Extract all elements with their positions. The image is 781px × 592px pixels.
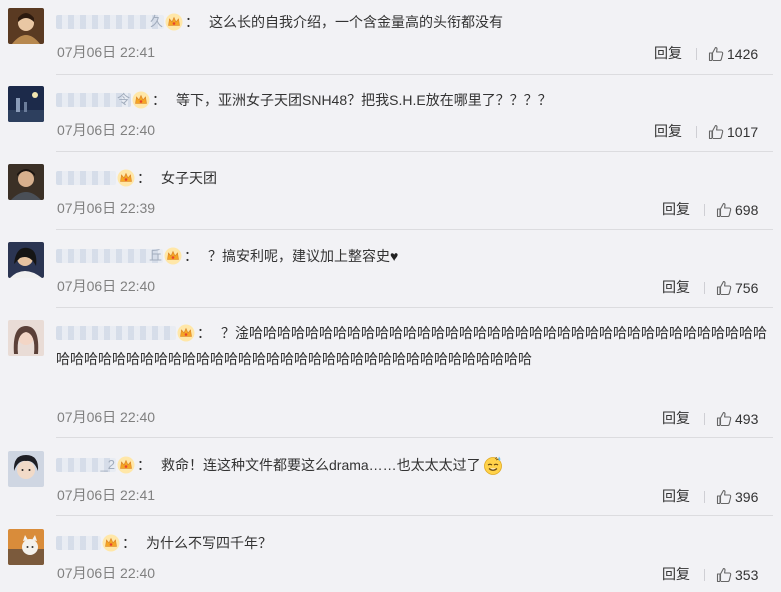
comment-timestamp: 07月06日 22:41: [57, 44, 156, 60]
thumbs-up-icon: [716, 280, 732, 296]
username-blurred[interactable]: _2: [56, 458, 116, 472]
comment-text: ？搞安利呢，建议加上整容史: [208, 248, 390, 264]
comment-timestamp: 07月06日 22:41: [57, 487, 156, 503]
thumbs-up-icon: [716, 567, 732, 583]
crown-badge-icon: [177, 324, 195, 342]
comment-item: ：女子天团 07月06日 22:39 回复 698: [0, 152, 781, 230]
comment-text: 救命！连这种文件都要这么drama……也太太太过了: [161, 457, 481, 473]
like-button[interactable]: 493: [716, 410, 758, 428]
comment-line: _2：救命！连这种文件都要这么drama……也太太太过了: [56, 452, 503, 478]
comment-text: 等下，亚洲女子天团SNH48？把我S.H.E放在哪里了？？？？: [176, 92, 552, 108]
user-avatar[interactable]: [8, 320, 44, 356]
thumbs-up-icon: [716, 202, 732, 218]
comment-text: 这么长的自我介绍，一个含金量高的头衔都没有: [209, 14, 503, 30]
heart-emoji: ♥: [390, 248, 399, 264]
comment-item: 丘：？搞安利呢，建议加上整容史♥ 07月06日 22:40 回复 756: [0, 230, 781, 308]
reply-button[interactable]: 回复: [662, 565, 690, 583]
action-divider: [696, 48, 697, 60]
action-divider: [696, 126, 697, 138]
comment-timestamp: 07月06日 22:39: [57, 200, 156, 216]
comment-item: ：？淦哈哈哈哈哈哈哈哈哈哈哈哈哈哈哈哈哈哈哈哈哈哈哈哈哈哈哈哈哈哈哈哈哈哈哈哈哈…: [0, 308, 781, 438]
crown-badge-icon: [164, 247, 182, 265]
reply-button[interactable]: 回复: [654, 44, 682, 62]
comment-item: ：为什么不写四千年？ 07月06日 22:40 回复 353: [0, 516, 781, 592]
comment-timestamp: 07月06日 22:40: [57, 278, 156, 294]
thumbs-up-icon: [716, 489, 732, 505]
action-divider: [704, 413, 705, 425]
username-blurred[interactable]: 丘: [56, 249, 163, 263]
crown-badge-icon: [132, 91, 150, 109]
like-count: 493: [735, 411, 759, 427]
thumbs-up-icon: [708, 46, 724, 62]
comment-text: 为什么不写四千年？: [146, 535, 272, 551]
username-blurred[interactable]: [56, 536, 101, 550]
comment-item: _2：救命！连这种文件都要这么drama……也太太太过了 07月06日 22:4…: [0, 438, 781, 516]
comment-line: 久：这么长的自我介绍，一个含金量高的头衔都没有: [56, 9, 503, 35]
sweat-smile-emoji: [483, 456, 502, 475]
crown-badge-icon: [102, 534, 120, 552]
like-button[interactable]: 698: [716, 201, 758, 219]
comment-timestamp: 07月06日 22:40: [57, 409, 156, 425]
comment-line: ：女子天团: [56, 165, 217, 191]
comment-timestamp: 07月06日 22:40: [57, 122, 156, 138]
like-button[interactable]: 756: [716, 279, 758, 297]
thumbs-up-icon: [708, 124, 724, 140]
comment-item: 久：这么长的自我介绍，一个含金量高的头衔都没有 07月06日 22:41 回复 …: [0, 0, 781, 75]
username-blurred[interactable]: [56, 326, 176, 340]
like-button[interactable]: 396: [716, 488, 758, 506]
like-count: 1426: [727, 46, 759, 62]
like-count: 396: [735, 489, 759, 505]
comment-text: 女子天团: [161, 170, 217, 186]
action-divider: [704, 282, 705, 294]
crown-badge-icon: [165, 13, 183, 31]
user-avatar[interactable]: [8, 451, 44, 487]
comment-line: ：为什么不写四千年？: [56, 530, 272, 556]
like-button[interactable]: 1426: [708, 45, 758, 63]
thumbs-up-icon: [716, 411, 732, 427]
reply-button[interactable]: 回复: [662, 278, 690, 296]
user-avatar[interactable]: [8, 529, 44, 565]
comment-line: 丘：？搞安利呢，建议加上整容史♥: [56, 243, 398, 269]
action-divider: [704, 204, 705, 216]
comment-item: 令：等下，亚洲女子天团SNH48？把我S.H.E放在哪里了？？？？ 07月06日…: [0, 75, 781, 152]
username-blurred[interactable]: 久: [56, 15, 164, 29]
username-blurred[interactable]: 令: [56, 93, 131, 107]
like-count: 1017: [727, 124, 759, 140]
user-avatar[interactable]: [8, 242, 44, 278]
user-avatar[interactable]: [8, 8, 44, 44]
reply-button[interactable]: 回复: [662, 200, 690, 218]
user-avatar[interactable]: [8, 86, 44, 122]
action-divider: [704, 569, 705, 581]
like-count: 353: [735, 567, 759, 583]
like-count: 698: [735, 202, 759, 218]
reply-button[interactable]: 回复: [662, 409, 690, 427]
like-button[interactable]: 353: [716, 566, 758, 584]
action-divider: [704, 491, 705, 503]
like-button[interactable]: 1017: [708, 123, 758, 141]
user-avatar[interactable]: [8, 164, 44, 200]
like-count: 756: [735, 280, 759, 296]
comment-line: 令：等下，亚洲女子天团SNH48？把我S.H.E放在哪里了？？？？: [56, 87, 552, 113]
crown-badge-icon: [117, 169, 135, 187]
username-blurred[interactable]: [56, 171, 116, 185]
crown-badge-icon: [117, 456, 135, 474]
reply-button[interactable]: 回复: [654, 122, 682, 140]
reply-button[interactable]: 回复: [662, 487, 690, 505]
comment-line: ：？淦哈哈哈哈哈哈哈哈哈哈哈哈哈哈哈哈哈哈哈哈哈哈哈哈哈哈哈哈哈哈哈哈哈哈哈哈哈…: [56, 324, 767, 367]
comment-timestamp: 07月06日 22:40: [57, 565, 156, 581]
